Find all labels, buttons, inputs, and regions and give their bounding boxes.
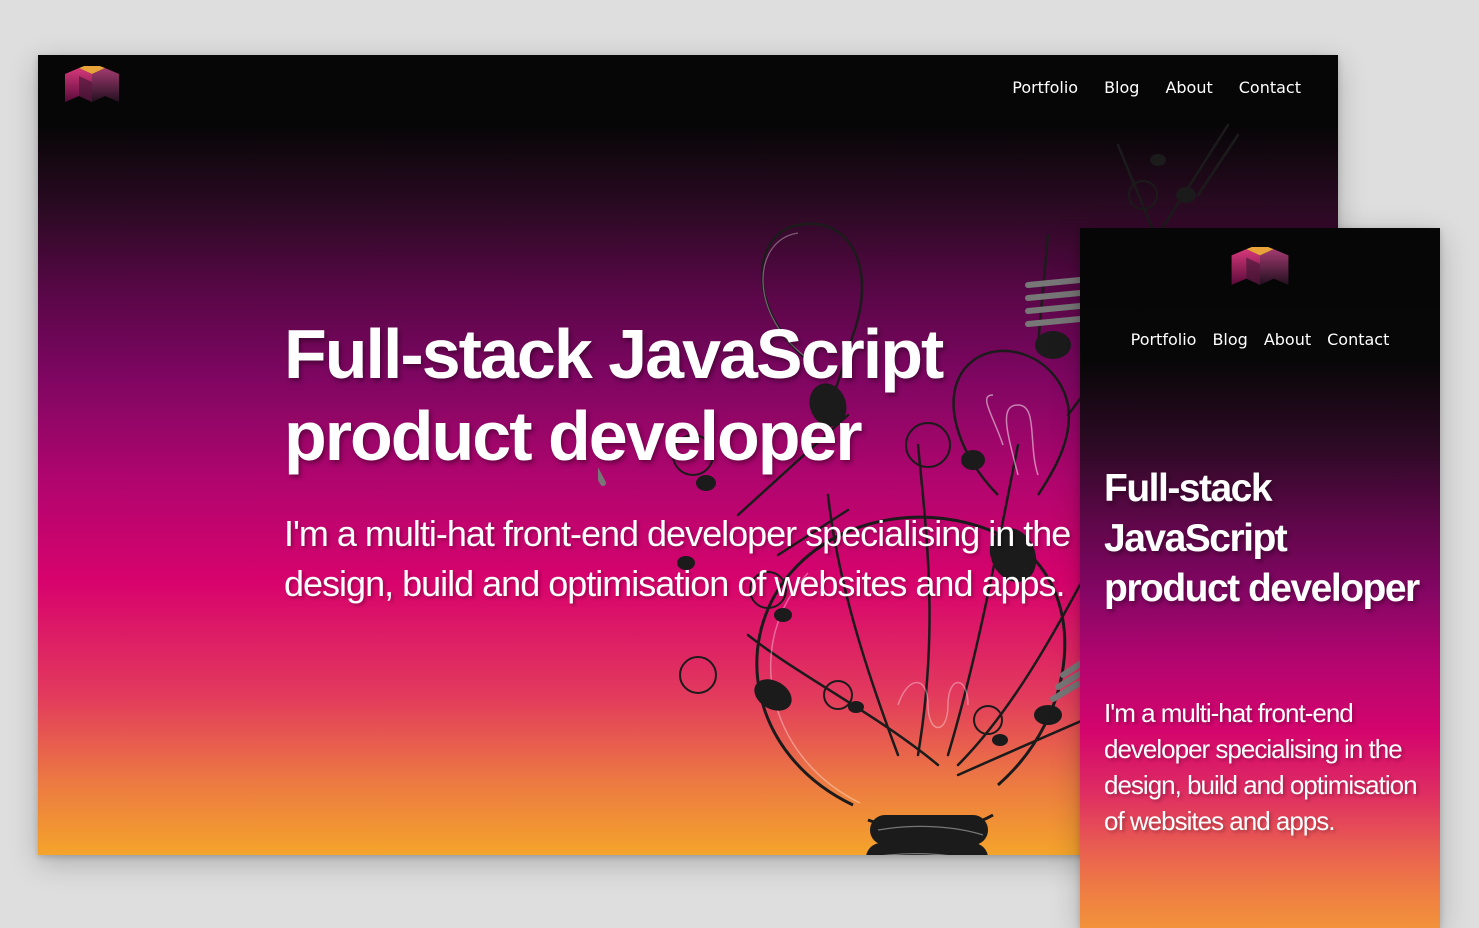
nav-link-about[interactable]: About <box>1165 78 1212 97</box>
nav-link-contact[interactable]: Contact <box>1327 330 1389 349</box>
hero-subtitle: I'm a multi-hat front-end developer spec… <box>1104 698 1418 836</box>
mobile-nav: Portfolio Blog About Contact <box>1080 330 1440 349</box>
nav-link-portfolio[interactable]: Portfolio <box>1012 78 1078 97</box>
m-cube-logo-icon[interactable] <box>1231 247 1289 287</box>
hero-title: Full-stack JavaScript product developer <box>284 313 1044 477</box>
nav-link-about[interactable]: About <box>1264 330 1311 349</box>
desktop-nav: Portfolio Blog About Contact <box>1012 78 1301 97</box>
mobile-mockup: Portfolio Blog About Contact Full-stack … <box>1080 228 1440 928</box>
hero-subtitle: I'm a multi-hat front-end developer spec… <box>284 513 1071 604</box>
nav-link-blog[interactable]: Blog <box>1212 330 1247 349</box>
hero-title: Full-stack JavaScript product developer <box>1104 467 1420 610</box>
hero-title-line: product developer <box>284 397 863 475</box>
hero-title-line: Full-stack JavaScript <box>284 315 944 393</box>
nav-link-contact[interactable]: Contact <box>1239 78 1301 97</box>
nav-link-blog[interactable]: Blog <box>1104 78 1139 97</box>
nav-link-portfolio[interactable]: Portfolio <box>1131 330 1197 349</box>
m-cube-logo-icon[interactable] <box>65 66 119 104</box>
